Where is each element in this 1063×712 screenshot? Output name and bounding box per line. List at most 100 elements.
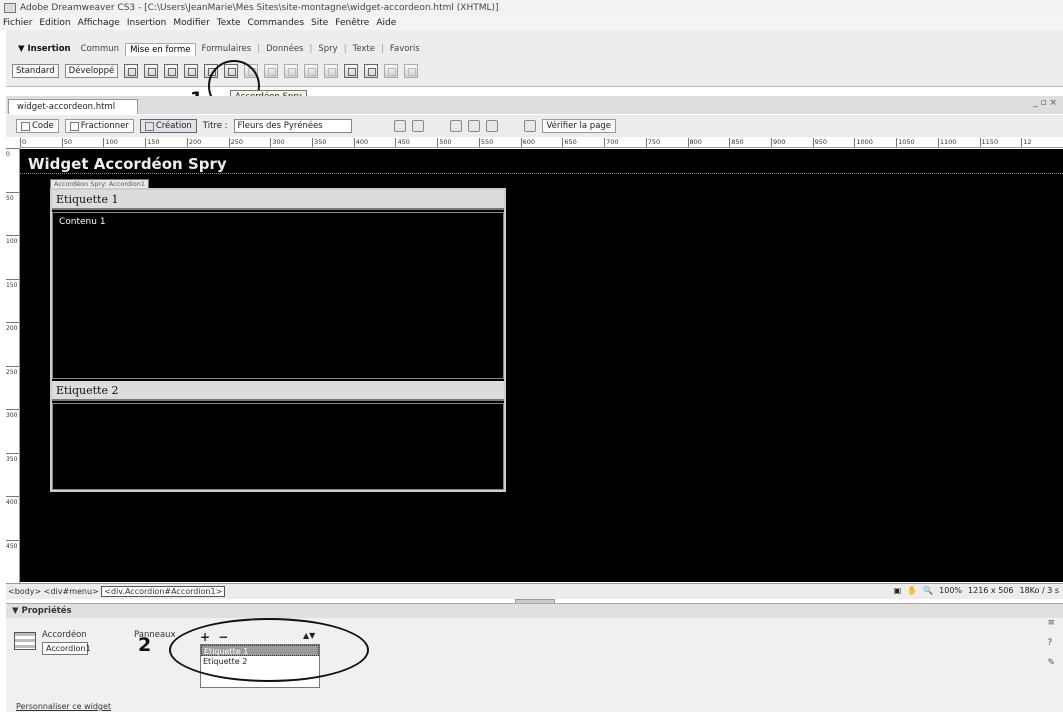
validate-button[interactable]: Vérifier la page	[541, 119, 617, 133]
validate-label: Vérifier la page	[546, 121, 612, 131]
page-heading[interactable]: Widget Accordéon Spry	[28, 155, 227, 173]
browser-check-icon[interactable]	[393, 120, 406, 132]
preview-icon[interactable]	[485, 120, 498, 132]
document-toolbar: Code Fractionner Création Titre : Fleurs…	[6, 115, 1063, 137]
layout-cell-icon[interactable]	[404, 64, 419, 78]
callout-number-2: 2	[138, 634, 152, 656]
design-view-button[interactable]: Création	[139, 119, 197, 133]
tab-spry[interactable]: Spry	[314, 43, 341, 55]
table-icon[interactable]	[124, 64, 139, 78]
menu-commandes[interactable]: Commandes	[248, 18, 304, 28]
zoom-level[interactable]: 100%	[939, 586, 962, 595]
code-view-icon	[21, 121, 30, 131]
design-canvas[interactable]: Widget Accordéon Spry Accordéon Spry: Ac…	[20, 149, 1063, 582]
widget-name-field[interactable]: Accordion1	[42, 642, 91, 655]
tab-donnees[interactable]: Données	[262, 43, 307, 55]
tab-separator: |	[343, 44, 347, 54]
horizontal-ruler: 0 50 100 150 200 250 300 350 400 450 500 550 600 650 7…	[20, 138, 1063, 148]
menu-modifier[interactable]: Modifier	[173, 18, 209, 28]
accordion-content-2[interactable]	[52, 403, 504, 490]
ruler-v-tick: 0	[6, 148, 19, 192]
accordion-tab-2[interactable]: Etiquette 2	[52, 381, 504, 401]
ruler-v-tick: 400	[6, 496, 19, 540]
ruler-h-tick: 950	[812, 138, 855, 147]
insert-column-left-icon[interactable]	[284, 64, 299, 78]
spry-accordion[interactable]: Etiquette 1 Contenu 1 Etiquette 2	[50, 188, 506, 492]
tab-formulaires[interactable]: Formulaires	[198, 43, 256, 55]
refresh-icon[interactable]	[449, 120, 462, 132]
standard-mode-button[interactable]: Standard	[12, 64, 59, 78]
ruler-v-tick: 100	[6, 235, 19, 279]
tab-favoris[interactable]: Favoris	[386, 43, 424, 55]
frame-icon[interactable]	[184, 64, 199, 78]
tab-commun[interactable]: Commun	[77, 43, 123, 55]
menu-fichier[interactable]: Fichier	[3, 18, 32, 28]
code-view-label: Code	[32, 121, 54, 131]
menu-texte[interactable]: Texte	[217, 18, 241, 28]
iframe-icon[interactable]	[344, 64, 359, 78]
vertical-ruler: 0 50 100 150 200 250 300 350 400 450	[6, 148, 20, 583]
title-label: Titre :	[202, 121, 228, 131]
ruler-h-tick: 600	[520, 138, 563, 147]
menu-site[interactable]: Site	[311, 18, 328, 28]
menu-bar: Fichier Edition Affichage Insertion Modi…	[0, 16, 1063, 30]
accordion-tab-1[interactable]: Etiquette 1	[52, 190, 504, 210]
ruler-h-tick: 800	[687, 138, 730, 147]
tab-texte[interactable]: Texte	[349, 43, 379, 55]
widget-type-label: Accordéon	[42, 630, 87, 640]
expanded-mode-button[interactable]: Développé	[64, 64, 119, 78]
title-input[interactable]: Fleurs des Pyrénées	[233, 119, 352, 133]
merge-cells-icon[interactable]	[324, 64, 339, 78]
status-bar: <body> <div#menu> <div.Accordion#Accordi…	[6, 583, 1063, 599]
heading-separator	[20, 173, 1063, 174]
ruler-h-tick: 1150	[979, 138, 1022, 147]
menu-aide[interactable]: Aide	[376, 18, 396, 28]
select-tool-icon[interactable]: ▣	[894, 586, 902, 595]
menu-affichage[interactable]: Affichage	[78, 18, 120, 28]
ruler-h-tick: 200	[186, 138, 229, 147]
tag-body[interactable]: <body>	[8, 587, 41, 596]
ruler-h-tick: 1100	[937, 138, 980, 147]
window-controls[interactable]: _ ▫ ×	[1033, 98, 1057, 108]
frames-dropdown-icon[interactable]	[364, 64, 379, 78]
properties-header[interactable]: ▼ Propriétés	[6, 604, 1063, 618]
accordion-content-1[interactable]: Contenu 1	[52, 212, 504, 379]
window-title: Adobe Dreamweaver CS3 - [C:\Users\JeanMa…	[20, 3, 499, 13]
help-icon[interactable]: ?	[1047, 638, 1055, 648]
ruler-h-tick: 550	[478, 138, 521, 147]
hand-tool-icon[interactable]: ✋	[907, 586, 917, 595]
layout-table-icon[interactable]	[384, 64, 399, 78]
div-icon[interactable]	[164, 64, 179, 78]
view-options-icon[interactable]	[467, 120, 480, 132]
status-right: ▣ ✋ 🔍 100% 1216 x 506 18Ko / 3 s	[894, 586, 1059, 595]
validate-icon[interactable]	[523, 120, 536, 132]
ruler-h-tick: 400	[353, 138, 396, 147]
ruler-h-tick: 650	[562, 138, 604, 147]
menu-icon[interactable]: ≡	[1047, 618, 1055, 628]
zoom-tool-icon[interactable]: 🔍	[923, 586, 933, 595]
visual-aids-icon[interactable]	[411, 120, 424, 132]
insert-heading[interactable]: ▼ Insertion	[14, 43, 75, 55]
accordion-widget-icon	[14, 632, 36, 650]
ruler-h-tick: 150	[145, 138, 187, 147]
code-view-button[interactable]: Code	[16, 119, 59, 133]
document-tab[interactable]: widget-accordeon.html	[8, 99, 138, 114]
split-view-button[interactable]: Fractionner	[64, 119, 134, 133]
tab-mise-en-forme[interactable]: Mise en forme	[125, 42, 196, 56]
tag-div-menu[interactable]: <div#menu>	[44, 587, 99, 596]
menu-edition[interactable]: Edition	[39, 18, 70, 28]
ruler-h-tick: 300	[270, 138, 312, 147]
ruler-h-tick: 900	[770, 138, 813, 147]
insert-row-below-icon[interactable]	[264, 64, 279, 78]
download-weight: 18Ko / 3 s	[1019, 586, 1059, 595]
customize-widget-link[interactable]: Personnaliser ce widget	[16, 702, 111, 711]
menu-fenetre[interactable]: Fenêtre	[335, 18, 369, 28]
edit-icon[interactable]: ✎	[1047, 658, 1055, 668]
window-size[interactable]: 1216 x 506	[968, 586, 1013, 595]
menu-insertion[interactable]: Insertion	[127, 18, 167, 28]
ruler-h-tick: 350	[312, 138, 354, 147]
ruler-h-tick: 50	[61, 138, 104, 147]
insert-column-right-icon[interactable]	[304, 64, 319, 78]
layer-icon[interactable]	[144, 64, 159, 78]
tag-accordion[interactable]: <div.Accordion#Accordion1>	[101, 586, 226, 597]
